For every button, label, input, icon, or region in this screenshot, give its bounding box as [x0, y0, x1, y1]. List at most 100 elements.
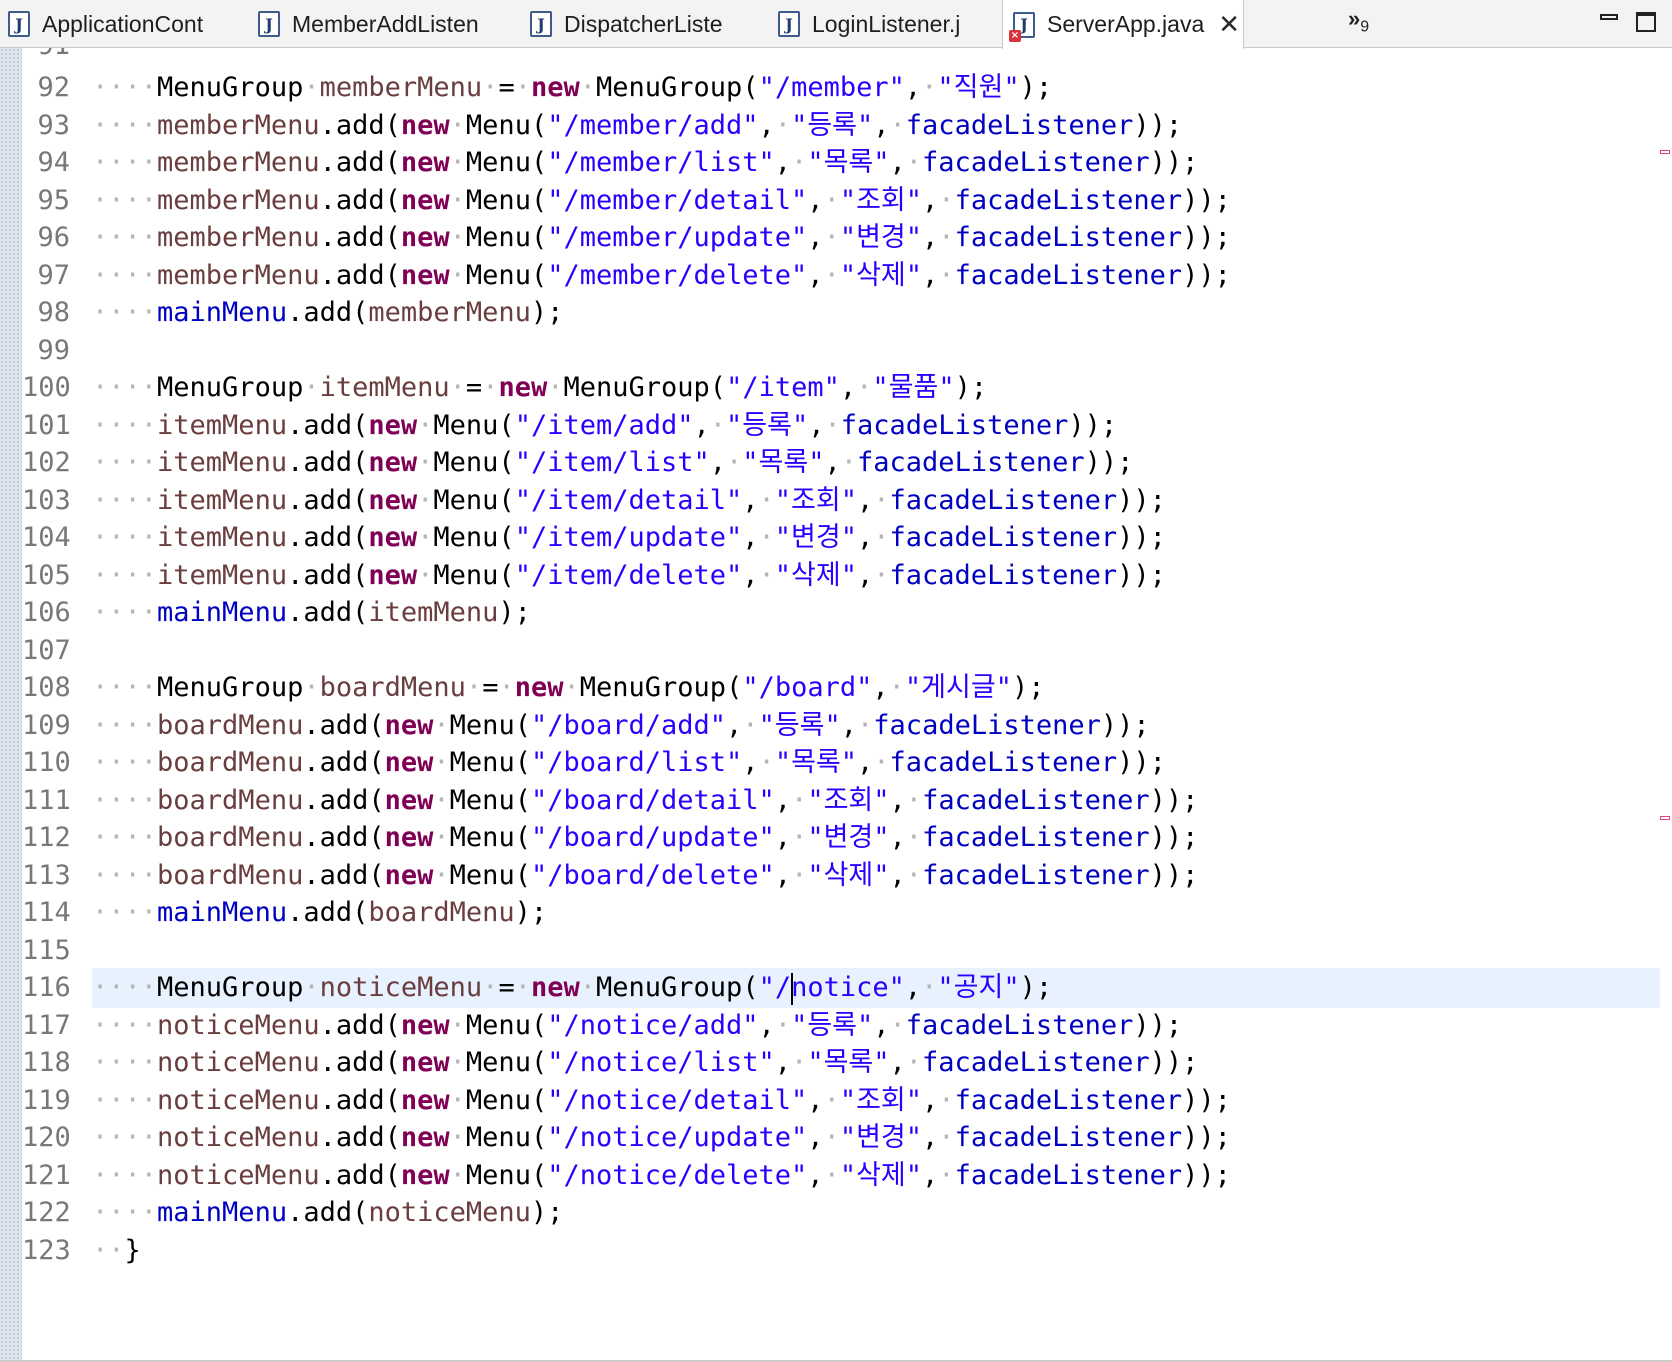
code-token: Menu( [449, 822, 531, 853]
code-line[interactable]: ····itemMenu.add(new·Menu("/item/add",·"… [92, 406, 1660, 446]
code-token: "/member/detail" [547, 184, 808, 216]
code-line[interactable]: ····noticeMenu.add(new·Menu("/notice/lis… [92, 1043, 1660, 1083]
code-token: .add( [319, 1009, 401, 1041]
close-tab-icon[interactable]: ✕ [1218, 12, 1240, 38]
whitespace-marker: · [417, 559, 434, 591]
code-token: "/item/update" [514, 522, 743, 553]
annotation-marker[interactable] [1660, 150, 1670, 154]
code-line[interactable]: ····noticeMenu.add(new·Menu("/notice/det… [92, 1081, 1660, 1121]
code-line[interactable]: ····mainMenu.add(memberMenu); [92, 293, 1660, 333]
line-number: 105 [22, 559, 71, 591]
maximize-icon[interactable] [1636, 12, 1656, 32]
line-number: 122 [22, 1197, 71, 1228]
code-token: Menu( [433, 447, 515, 478]
code-line[interactable]: ····memberMenu.add(new·Menu("/member/del… [92, 256, 1660, 296]
tab-label: ServerApp.java [1047, 11, 1205, 37]
code-token: new [368, 409, 418, 441]
current-code-line[interactable]: ····MenuGroup·noticeMenu·=·new·MenuGroup… [92, 968, 1660, 1008]
code-token: "/notice/add" [547, 1009, 759, 1041]
code-area[interactable]: ····MenuGroup·memberMenu·=·new·MenuGroup… [92, 48, 1660, 1362]
code-token: "등록" [726, 409, 809, 441]
hidden-tabs-overflow-button[interactable]: »9 [1348, 6, 1369, 36]
code-token: "목록" [807, 147, 890, 178]
tab-loginlistener[interactable]: J LoginListener.j [778, 0, 960, 48]
code-token: )); [1182, 1122, 1231, 1153]
code-token: , [922, 222, 939, 253]
code-token: )); [1182, 222, 1231, 253]
code-token: .add( [287, 522, 369, 553]
code-line[interactable]: ····itemMenu.add(new·Menu("/item/list",·… [92, 443, 1660, 483]
code-editor[interactable]: 91 92 93 94 95 96 97 98 99 100 101 102 103 104 105 106… [0, 48, 1672, 1362]
code-line[interactable]: ····memberMenu.add(new·Menu("/member/add… [92, 106, 1660, 146]
code-line[interactable]: ····noticeMenu.add(new·Menu("/notice/add… [92, 1006, 1660, 1046]
code-line[interactable]: ····boardMenu.add(new·Menu("/board/delet… [92, 856, 1660, 896]
whitespace-marker: · [938, 1122, 955, 1153]
whitespace-marker: · [938, 222, 955, 253]
whitespace-marker: · [417, 447, 434, 478]
code-token: boardMenu [319, 672, 466, 703]
tab-memberaddlistener[interactable]: J MemberAddListen [258, 0, 479, 48]
code-token: "등록" [791, 109, 874, 141]
code-token: new [384, 747, 434, 778]
code-line[interactable] [92, 631, 1660, 671]
code-line[interactable]: ····mainMenu.add(boardMenu); [92, 893, 1660, 933]
code-line[interactable]: ····noticeMenu.add(new·Menu("/notice/upd… [92, 1118, 1660, 1158]
whitespace-marker: · [905, 822, 923, 853]
code-line[interactable]: ····mainMenu.add(noticeMenu); [92, 1193, 1660, 1233]
code-token: , [742, 484, 759, 516]
code-token: "/notice/delete" [547, 1159, 808, 1191]
code-token: "/board/add" [530, 709, 727, 741]
code-token: facadeListener [954, 184, 1183, 216]
code-line[interactable]: ····boardMenu.add(new·Menu("/board/list"… [92, 743, 1660, 783]
code-token: "/notice/update" [547, 1122, 808, 1153]
code-token: new [498, 372, 548, 403]
line-number: 114 [22, 897, 71, 928]
code-token: .add( [287, 897, 369, 928]
code-token: "/member" [758, 72, 905, 103]
code-line[interactable]: ····MenuGroup·memberMenu·=·new·MenuGroup… [92, 68, 1660, 108]
code-token: facadeListener [905, 1009, 1134, 1041]
code-token: noticeMenu [157, 1084, 320, 1116]
code-line[interactable]: ····itemMenu.add(new·Menu("/item/update"… [92, 518, 1660, 558]
code-line[interactable]: ····boardMenu.add(new·Menu("/board/detai… [92, 781, 1660, 821]
tab-applicationcontext[interactable]: J ApplicationCont [8, 0, 203, 48]
code-token: memberMenu [157, 109, 320, 141]
code-line[interactable]: ····boardMenu.add(new·Menu("/board/add",… [92, 706, 1660, 746]
line-number: 119 [22, 1084, 71, 1116]
code-line[interactable]: ····itemMenu.add(new·Menu("/item/detail"… [92, 481, 1660, 521]
code-token: .add( [303, 822, 385, 853]
code-line[interactable]: ····itemMenu.add(new·Menu("/item/delete"… [92, 556, 1660, 596]
code-token: itemMenu [157, 484, 288, 516]
code-line[interactable]: ··} [92, 1231, 1660, 1271]
whitespace-marker: ···· [92, 184, 158, 216]
code-line[interactable]: ····boardMenu.add(new·Menu("/board/updat… [92, 818, 1660, 858]
code-token: facadeListener [889, 522, 1118, 553]
code-line[interactable]: ····memberMenu.add(new·Menu("/member/det… [92, 181, 1660, 221]
minimize-icon[interactable] [1600, 14, 1618, 20]
code-token: boardMenu [157, 709, 304, 741]
tab-dispatcherlistener[interactable]: J DispatcherListe [530, 0, 723, 48]
annotation-marker[interactable] [1660, 816, 1670, 820]
code-token: Menu( [465, 1159, 548, 1191]
code-token: , [693, 409, 710, 441]
code-token: , [774, 147, 792, 178]
code-line[interactable]: ····mainMenu.add(itemMenu); [92, 593, 1660, 633]
code-line[interactable]: ····MenuGroup·itemMenu·=·new·MenuGroup("… [92, 368, 1660, 408]
code-token: facadeListener [889, 559, 1118, 591]
code-line[interactable] [92, 331, 1660, 371]
whitespace-marker: ···· [92, 1047, 158, 1078]
whitespace-marker: · [433, 822, 450, 853]
code-token: mainMenu [157, 297, 288, 328]
tab-serverapp[interactable]: J × ServerApp.java ✕ [1002, 0, 1244, 49]
code-token: , [807, 184, 824, 216]
code-line[interactable]: ····memberMenu.add(new·Menu("/member/lis… [92, 143, 1660, 183]
whitespace-marker: · [758, 484, 775, 516]
tab-label: ApplicationCont [42, 10, 204, 37]
code-line[interactable]: ····MenuGroup·boardMenu·=·new·MenuGroup(… [92, 668, 1660, 708]
code-line[interactable]: ····memberMenu.add(new·Menu("/member/upd… [92, 218, 1660, 258]
code-line[interactable] [92, 931, 1660, 971]
code-token: new [400, 1009, 450, 1041]
code-token: Menu( [465, 222, 548, 253]
line-number: 109 [22, 709, 71, 741]
code-line[interactable]: ····noticeMenu.add(new·Menu("/notice/del… [92, 1156, 1660, 1196]
